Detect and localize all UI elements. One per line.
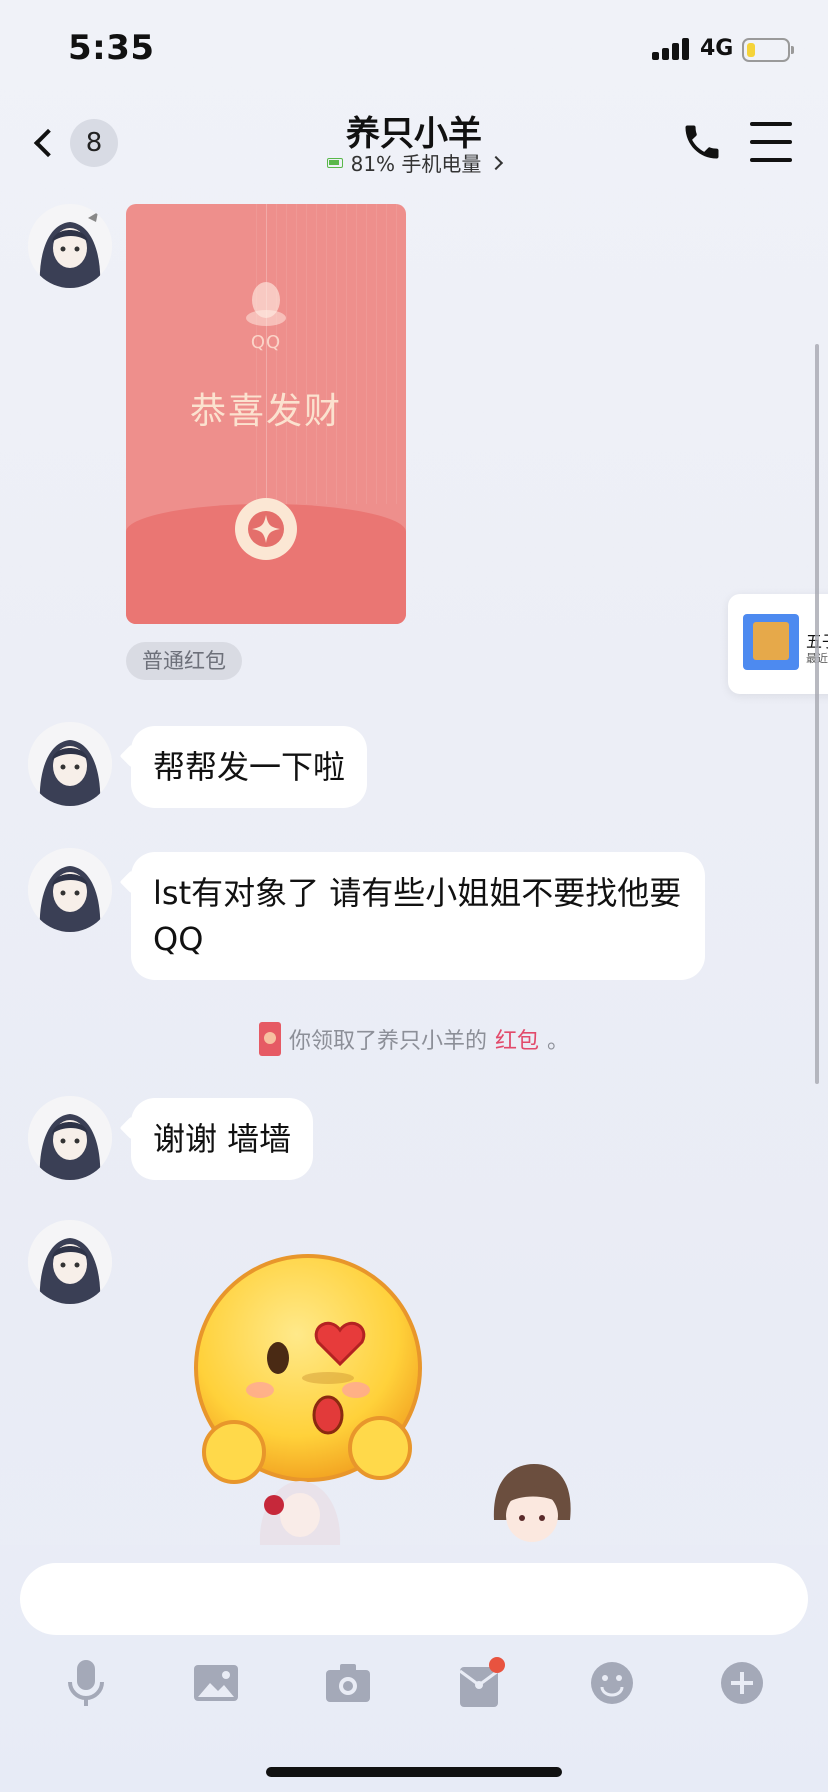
signal-icon: [652, 38, 692, 60]
home-indicator[interactable]: [266, 1767, 562, 1777]
chat-header: 8 养只小羊 81% 手机电量: [0, 100, 828, 184]
anime-boy-sticker: [482, 1460, 582, 1545]
floating-game-card[interactable]: 五子 最近: [728, 594, 828, 694]
red-packet-title: 恭喜发财: [189, 391, 342, 432]
red-packet-icon[interactable]: [452, 1655, 508, 1711]
system-message: 你领取了养只小羊的 红包。: [0, 1022, 828, 1056]
red-packet-mini-icon: [258, 1022, 281, 1056]
battery-mini-icon: [326, 157, 343, 168]
status-bar: 5:35 4G: [0, 0, 828, 100]
message-bubble[interactable]: lst有对象了 请有些小姐姐不要找他要QQ: [131, 852, 705, 980]
red-packet-logo-text: QQ: [250, 332, 282, 353]
anime-girl-sticker: [250, 1475, 350, 1545]
red-packet-type-tag: 普通红包: [126, 642, 242, 680]
camera-icon[interactable]: [320, 1655, 376, 1711]
menu-icon[interactable]: [750, 122, 792, 162]
message-input[interactable]: [20, 1563, 808, 1635]
emoji-icon[interactable]: [584, 1655, 640, 1711]
red-packet-open-icon[interactable]: [235, 498, 297, 560]
message-bubble[interactable]: 帮帮发一下啦: [131, 726, 368, 808]
chevron-right-icon: [489, 155, 504, 170]
image-icon[interactable]: [188, 1655, 244, 1711]
battery-fill: [747, 43, 755, 57]
battery-icon: [742, 38, 794, 62]
message-bubble[interactable]: 谢谢 墙墙: [131, 1098, 314, 1180]
avatar[interactable]: [28, 848, 112, 932]
red-packet-link[interactable]: 红包: [495, 1023, 539, 1055]
qq-penguin-icon: [246, 282, 286, 326]
phone-icon[interactable]: [680, 120, 724, 164]
red-packet-card[interactable]: QQ 恭喜发财: [126, 204, 406, 624]
plus-icon[interactable]: [714, 1655, 770, 1711]
battery-status-text: 81% 手机电量: [350, 152, 482, 176]
status-time: 5:35: [68, 28, 155, 68]
avatar[interactable]: [28, 204, 112, 288]
scrollbar[interactable]: [815, 344, 819, 1084]
avatar[interactable]: [28, 722, 112, 806]
network-type: 4G: [700, 36, 734, 61]
gomoku-game-icon: [743, 614, 799, 670]
avatar[interactable]: [28, 1220, 112, 1304]
system-message-text: 你领取了养只小羊的: [288, 1029, 487, 1054]
input-area: [0, 1545, 828, 1792]
microphone-icon[interactable]: [58, 1655, 114, 1711]
heart-eye-emoji-sticker[interactable]: [190, 1250, 430, 1500]
system-message-suffix: 。: [547, 1029, 570, 1054]
avatar[interactable]: [28, 1096, 112, 1180]
